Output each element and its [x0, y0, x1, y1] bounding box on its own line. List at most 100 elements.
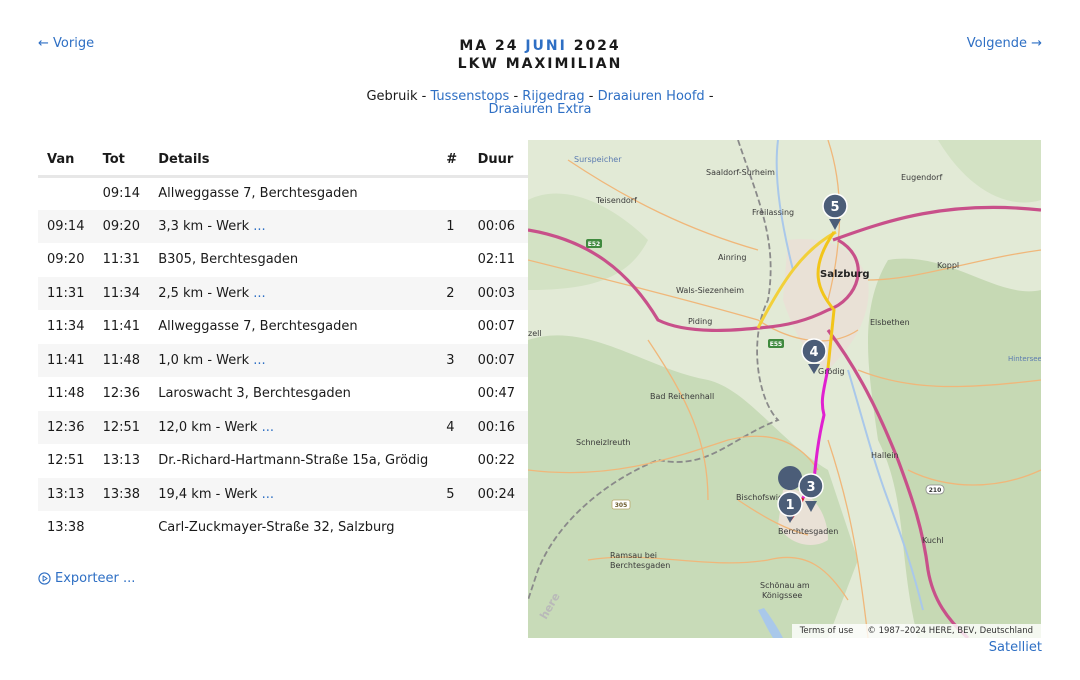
- marker-label: 1: [785, 498, 794, 513]
- route-map[interactable]: E52 E55 305 210 Surspeicher Saaldorf-Sur…: [528, 140, 1041, 638]
- usage-separator: -: [708, 89, 714, 104]
- cell-duur: 00:06: [468, 209, 528, 243]
- cell-van: 12:36: [38, 410, 94, 444]
- column-header-van: Van: [38, 144, 94, 178]
- play-circle-icon: [38, 572, 51, 585]
- cell-details: 12,0 km - Werk ...: [149, 410, 438, 444]
- road-label: E52: [588, 241, 600, 248]
- page-title: MA 24 JUNI 2024 LKW MAXIMILIAN: [0, 37, 1080, 73]
- place-label: Hintersee: [1008, 355, 1041, 363]
- satellite-toggle-link[interactable]: Satelliet: [989, 640, 1042, 655]
- cell-tot: 11:34: [93, 276, 150, 310]
- more-link[interactable]: ...: [262, 487, 274, 502]
- table-row: 09:14 09:20 3,3 km - Werk ... 1 00:06: [38, 209, 528, 243]
- table-row: 09:20 11:31 B305, Berchtesgaden 02:11: [38, 243, 528, 277]
- cell-number: 5: [437, 477, 469, 511]
- cell-tot: 11:41: [102, 319, 141, 335]
- table-row: 11:41 11:48 1,0 km - Werk ... 3 00:07: [38, 343, 528, 377]
- details-text: Dr.-Richard-Hartmann-Straße 15a, Grödig: [158, 453, 429, 469]
- column-header-details: Details: [149, 144, 438, 178]
- place-label: Berchtesgaden: [610, 561, 670, 570]
- marker-label: 3: [806, 480, 815, 495]
- cell-van: 11:34: [47, 319, 85, 335]
- cell-tot: 12:51: [93, 410, 150, 444]
- map-copyright: © 1987–2024 HERE, BEV, Deutschland: [867, 626, 1033, 636]
- map-canvas[interactable]: E52 E55 305 210 Surspeicher Saaldorf-Sur…: [528, 140, 1041, 638]
- cell-van: 13:13: [38, 477, 94, 511]
- cell-van: 09:20: [47, 252, 85, 268]
- export-link[interactable]: Exporteer ...: [38, 571, 135, 586]
- date-year: 2024: [573, 38, 621, 54]
- table-row: 11:48 12:36 Laroswacht 3, Berchtesgaden …: [38, 377, 528, 411]
- cell-number: [437, 310, 468, 344]
- marker-label: 4: [809, 345, 818, 360]
- draaiuren-extra-link[interactable]: Draaiuren Extra: [0, 103, 1080, 116]
- draaiuren-hoofd-link[interactable]: Draaiuren Hoofd: [598, 89, 705, 104]
- cell-van: 11:41: [38, 343, 94, 377]
- cell-duur: 00:03: [468, 276, 528, 310]
- more-link[interactable]: ...: [262, 420, 274, 435]
- details-text: 1,0 km - Werk: [158, 352, 250, 368]
- details-text: Allweggasse 7, Berchtesgaden: [158, 186, 358, 201]
- date-day: MA 24: [459, 38, 519, 54]
- table-row: 12:36 12:51 12,0 km - Werk ... 4 00:16: [38, 410, 528, 444]
- date-month-link[interactable]: JUNI: [525, 38, 567, 54]
- column-header-tot: Tot: [93, 144, 150, 178]
- more-link[interactable]: ...: [253, 286, 265, 301]
- more-link[interactable]: ...: [253, 219, 265, 234]
- cell-details: Allweggasse 7, Berchtesgaden: [149, 310, 437, 344]
- place-label: Bad Reichenhall: [650, 392, 714, 401]
- marker-label: 5: [830, 200, 839, 215]
- cell-duur: [469, 176, 528, 210]
- date-line: MA 24 JUNI 2024: [0, 37, 1080, 55]
- place-label: Grödig: [818, 367, 845, 376]
- cell-number: 4: [437, 410, 469, 444]
- cell-tot: 11:31: [102, 252, 141, 268]
- cell-details: 19,4 km - Werk ...: [149, 477, 438, 511]
- road-label: 305: [615, 502, 628, 509]
- usage-label: Gebruik -: [366, 89, 427, 104]
- column-header-number: #: [437, 144, 469, 178]
- cell-details: 2,5 km - Werk ...: [149, 276, 438, 310]
- trip-table-body: 09:14 Allweggasse 7, Berchtesgaden 09:14…: [38, 176, 528, 545]
- details-text: B305, Berchtesgaden: [158, 252, 299, 268]
- cell-duur: 02:11: [477, 252, 516, 268]
- place-label: Hallein: [871, 451, 899, 460]
- cell-tot: 13:38: [93, 477, 150, 511]
- place-label: Piding: [688, 317, 712, 326]
- table-row: 09:14 Allweggasse 7, Berchtesgaden: [38, 176, 528, 210]
- cell-details: B305, Berchtesgaden: [149, 243, 437, 277]
- place-label: Salzburg: [820, 269, 870, 280]
- place-label: Schönau am: [760, 581, 810, 590]
- cell-tot: 09:14: [102, 186, 141, 201]
- export-label: Exporteer ...: [55, 571, 136, 586]
- place-label: Koppl: [937, 261, 959, 270]
- cell-duur: [469, 511, 528, 545]
- cell-van: 13:38: [47, 520, 85, 536]
- cell-details: 1,0 km - Werk ...: [149, 343, 438, 377]
- cell-details: 3,3 km - Werk ...: [149, 209, 438, 243]
- cell-van: 11:48: [47, 386, 85, 402]
- place-label: Schneizlreuth: [576, 438, 631, 447]
- place-label: Wals-Siezenheim: [676, 286, 744, 295]
- details-text: 2,5 km - Werk: [158, 285, 250, 301]
- place-label: Eugendorf: [901, 173, 942, 182]
- road-label: 210: [929, 487, 942, 494]
- cell-tot: 12:36: [102, 386, 141, 402]
- cell-details: Laroswacht 3, Berchtesgaden: [149, 377, 437, 411]
- cell-duur: 00:47: [477, 386, 516, 402]
- place-label: Teisendorf: [595, 196, 637, 205]
- cell-van: 11:31: [38, 276, 94, 310]
- trip-table: Van Tot Details # Duur 09:14 Allweggasse…: [38, 144, 528, 545]
- table-row: 13:38 Carl-Zuckmayer-Straße 32, Salzburg: [38, 511, 528, 545]
- terms-of-use-link[interactable]: Terms of use: [800, 626, 854, 636]
- table-header-row: Van Tot Details # Duur: [38, 144, 528, 178]
- cell-details: Dr.-Richard-Hartmann-Straße 15a, Grödig: [149, 444, 437, 478]
- more-link[interactable]: ...: [253, 353, 265, 368]
- cell-details: Allweggasse 7, Berchtesgaden: [149, 176, 437, 210]
- place-label: Kuchl: [922, 536, 944, 545]
- cell-van: 09:14: [38, 209, 94, 243]
- map-attribution: Terms of use © 1987–2024 HERE, BEV, Deut…: [791, 624, 1041, 638]
- cell-duur: 00:07: [477, 319, 516, 335]
- cell-number: 3: [437, 343, 469, 377]
